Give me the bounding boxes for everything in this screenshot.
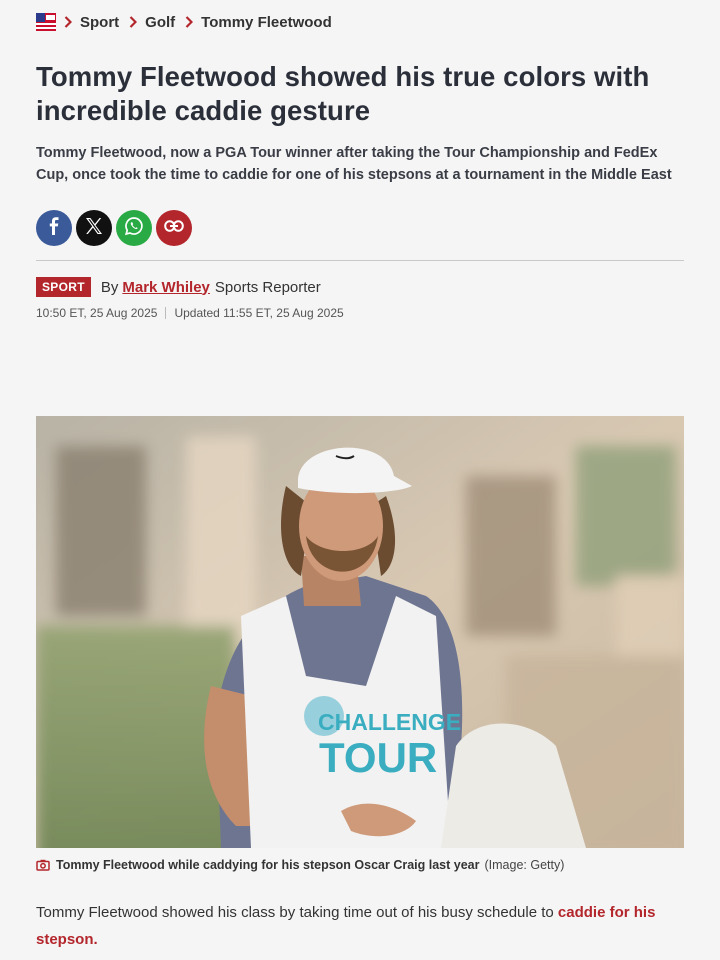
byline-prefix: By <box>100 278 119 296</box>
paragraph-text: Tommy Fleetwood showed his class by taki… <box>36 904 558 921</box>
updated-time: Updated 11:55 ET, 25 Aug 2025 <box>174 306 344 320</box>
divider <box>36 260 684 261</box>
facebook-icon <box>46 216 62 240</box>
x-share-button[interactable] <box>76 210 112 246</box>
chevron-right-icon <box>64 16 72 28</box>
article-page: Sport Golf Tommy Fleetwood Tommy Fleetwo… <box>0 0 720 960</box>
x-icon <box>85 217 103 240</box>
mirror-us-flag-logo-icon[interactable] <box>36 13 56 31</box>
article-headline: Tommy Fleetwood showed his true colors w… <box>36 61 650 126</box>
breadcrumb-item-golf[interactable]: Golf <box>145 14 175 31</box>
vest-logo-line1: CHALLENGE <box>318 709 461 735</box>
article-dates: 10:50 ET, 25 Aug 2025 Updated 11:55 ET, … <box>36 306 684 320</box>
caption-text: Tommy Fleetwood while caddying for his s… <box>56 858 480 872</box>
published-time: 10:50 ET, 25 Aug 2025 <box>36 306 158 320</box>
breadcrumb-item-tommy-fleetwood[interactable]: Tommy Fleetwood <box>201 14 332 31</box>
camera-icon <box>36 859 50 871</box>
share-bar <box>36 210 684 246</box>
whatsapp-icon <box>124 216 144 241</box>
vest-logo-line2: TOUR <box>319 734 437 781</box>
whatsapp-share-button[interactable] <box>116 210 152 246</box>
chevron-right-icon <box>129 16 138 28</box>
author-link[interactable]: Mark Whiley <box>122 279 210 296</box>
chevron-right-icon <box>185 16 194 28</box>
copy-link-button[interactable] <box>156 210 192 246</box>
date-separator <box>165 307 167 319</box>
article-standfirst: Tommy Fleetwood, now a PGA Tour winner a… <box>36 145 672 183</box>
facebook-share-button[interactable] <box>36 210 72 246</box>
article-paragraph: Tommy Fleetwood showed his class by taki… <box>36 899 684 953</box>
paragraph-end: . <box>93 931 98 948</box>
image-credit: (Image: Getty) <box>484 858 565 872</box>
byline: SPORT By Mark Whiley Sports Reporter <box>36 277 684 297</box>
image-caption: Tommy Fleetwood while caddying for his s… <box>36 858 564 872</box>
breadcrumb: Sport Golf Tommy Fleetwood <box>36 0 684 42</box>
hero-image[interactable]: CHALLENGE TOUR <box>36 416 684 848</box>
section-tag[interactable]: SPORT <box>36 277 91 297</box>
author-role: Sports Reporter <box>214 278 321 296</box>
link-icon <box>164 219 184 237</box>
breadcrumb-item-sport[interactable]: Sport <box>80 14 119 31</box>
